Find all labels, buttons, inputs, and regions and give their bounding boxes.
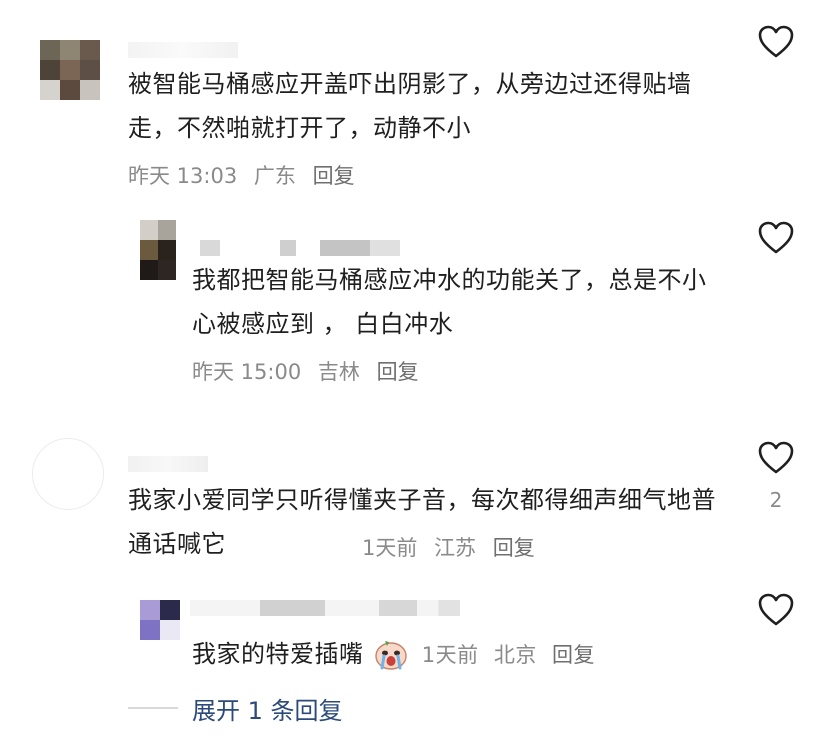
heart-outline-icon[interactable] bbox=[756, 22, 796, 62]
reply-button[interactable]: 回复 bbox=[313, 164, 355, 188]
reply-time: 昨天 15:00 bbox=[192, 360, 302, 384]
avatar[interactable] bbox=[40, 40, 100, 100]
reply-button[interactable]: 回复 bbox=[493, 536, 535, 560]
heart-outline-icon[interactable] bbox=[756, 590, 796, 630]
reply-text: 我家的特爱插嘴 bbox=[192, 640, 364, 668]
comment-meta-inline: 1天前 江苏 回复 bbox=[362, 532, 545, 562]
avatar[interactable] bbox=[140, 600, 180, 640]
avatar[interactable] bbox=[140, 220, 176, 280]
reply-text-row: 我家的特爱插嘴 1天前 北京 回复 bbox=[192, 632, 732, 677]
heart-outline-icon[interactable] bbox=[756, 438, 796, 478]
reply-button[interactable]: 回复 bbox=[552, 643, 595, 667]
reply-location: 吉林 bbox=[317, 360, 360, 384]
username-blurred[interactable] bbox=[190, 600, 460, 616]
comment-meta: 昨天 13:03 广东 回复 bbox=[128, 160, 365, 190]
crying-face-icon bbox=[374, 641, 407, 670]
comment-location: 江苏 bbox=[434, 536, 477, 560]
reply-meta: 昨天 15:00 吉林 回复 bbox=[192, 356, 429, 386]
username-blurred[interactable] bbox=[128, 456, 208, 472]
comment-location: 广东 bbox=[253, 164, 296, 188]
reply-time: 1天前 bbox=[421, 643, 479, 667]
reply-text: 我都把智能马桶感应冲水的功能关了，总是不小心被感应到 ， 白白冲水 bbox=[192, 266, 707, 338]
comment-time: 昨天 13:03 bbox=[128, 164, 238, 188]
reply-button[interactable]: 回复 bbox=[377, 360, 419, 384]
like-count: 2 bbox=[769, 488, 783, 512]
avatar[interactable] bbox=[32, 438, 104, 510]
comment-text: 被智能马桶感应开盖吓出阴影了，从旁边过还得贴墙走，不然啪就打开了，动静不小 bbox=[128, 70, 692, 142]
comment-time: 1天前 bbox=[362, 536, 418, 560]
username-blurred[interactable] bbox=[200, 240, 400, 256]
username-blurred[interactable] bbox=[128, 42, 238, 58]
reply-location: 北京 bbox=[493, 643, 537, 667]
expand-replies-link[interactable]: 展开 1 条回复 bbox=[192, 691, 343, 726]
divider bbox=[128, 707, 178, 709]
expand-replies[interactable]: 展开 1 条回复 bbox=[128, 690, 343, 726]
heart-outline-icon[interactable] bbox=[756, 218, 796, 258]
reply-meta: 1天前 北京 回复 bbox=[422, 643, 603, 667]
